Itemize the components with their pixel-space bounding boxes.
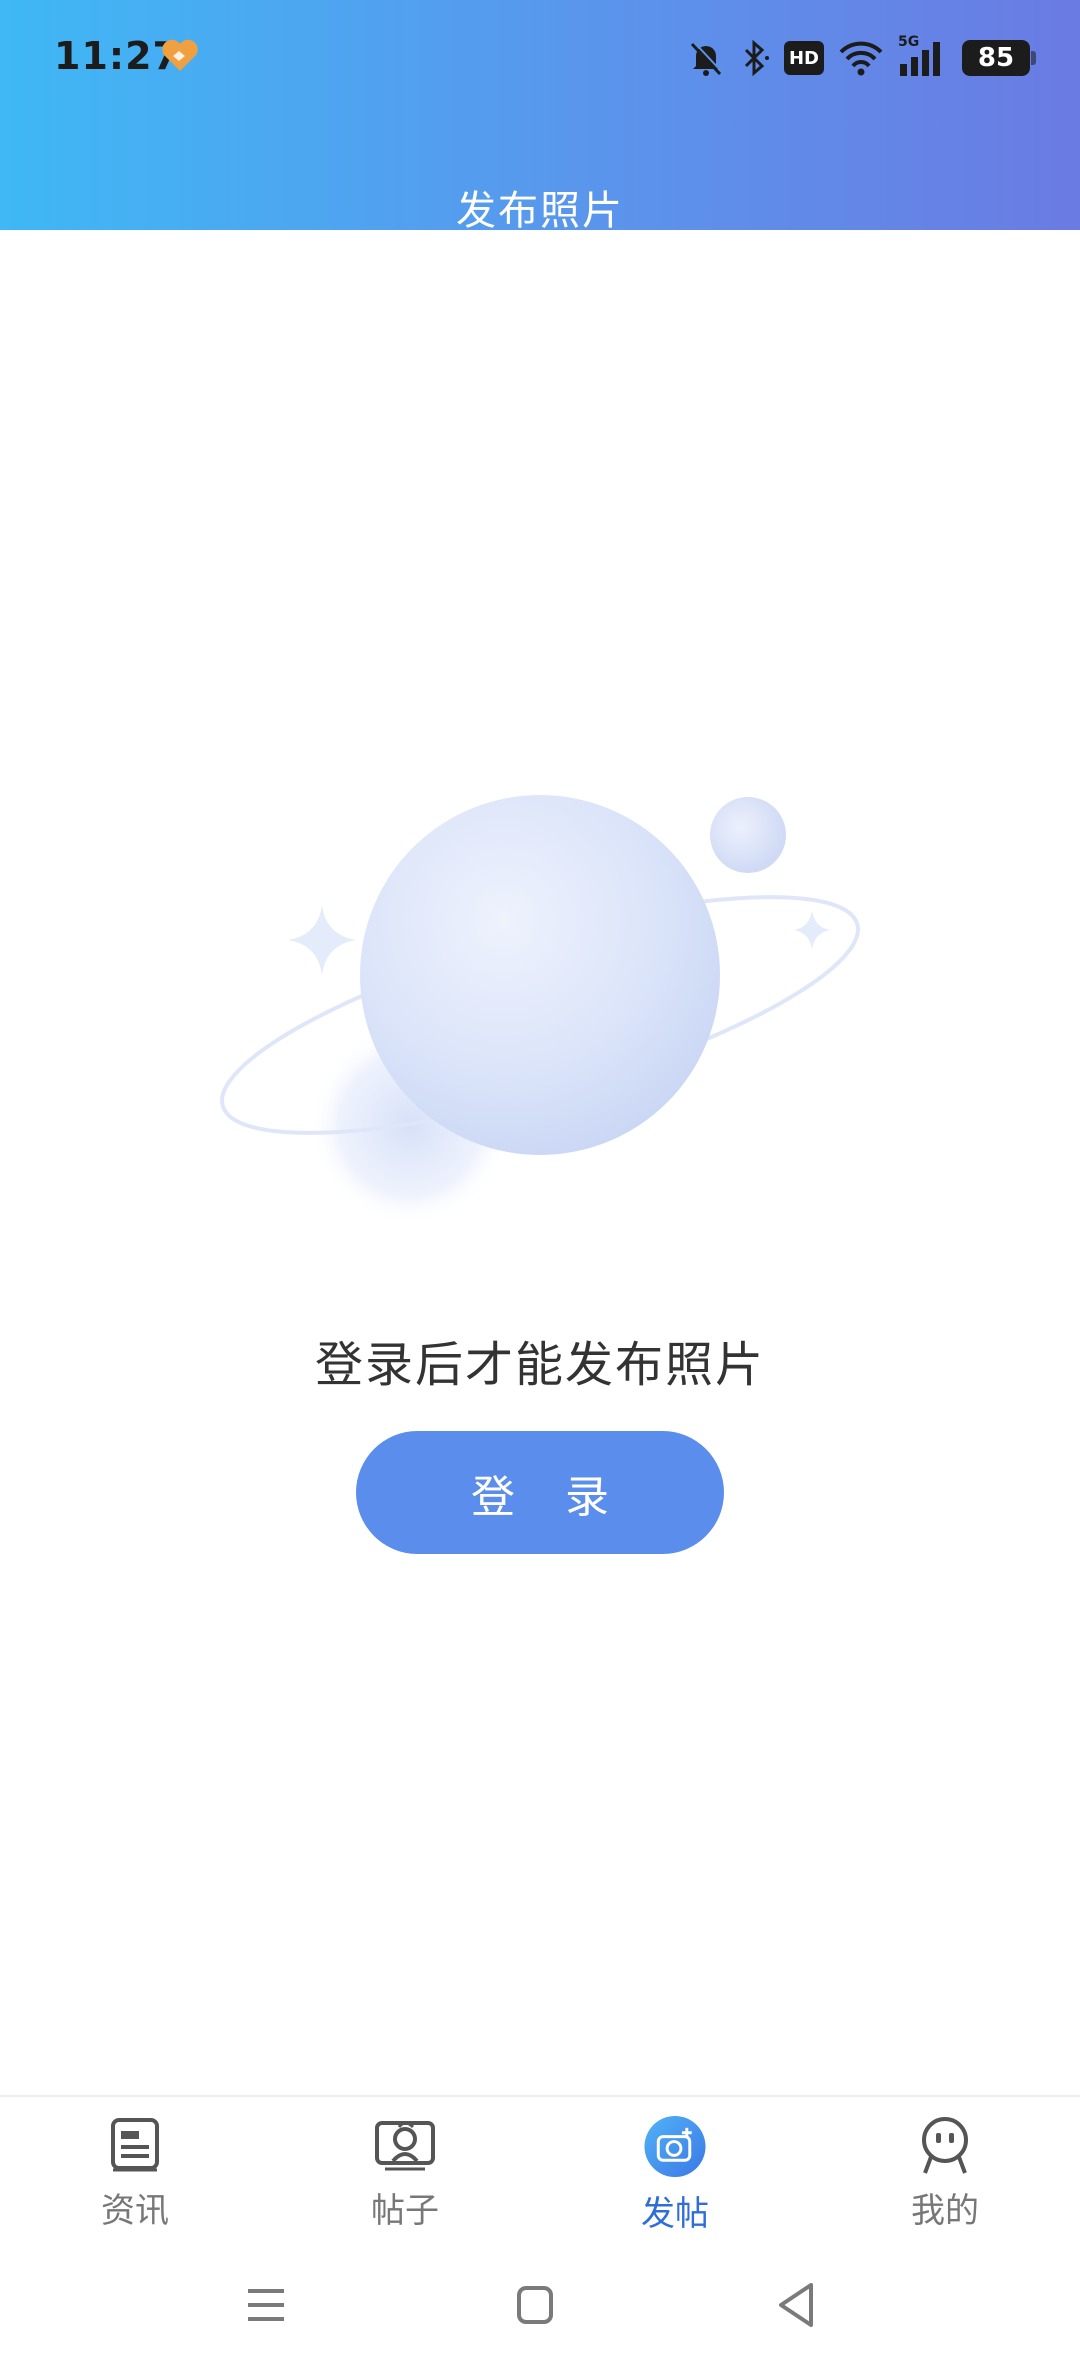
tab-profile[interactable]: 我的 [810,2115,1080,2235]
hd-icon: HD [784,41,824,75]
back-icon[interactable] [767,2275,827,2335]
signal-icon: 5G [898,34,948,78]
camera-post-icon [644,2115,706,2178]
planet-illustration [220,795,860,1225]
wifi-icon [839,41,883,76]
tab-label-news: 资讯 [101,2191,169,2231]
menu-icon[interactable] [236,2275,296,2335]
tab-label-posts: 帖子 [371,2191,439,2231]
tab-post-photo[interactable]: 发帖 [540,2115,810,2235]
bell-muted-icon [690,41,723,76]
tab-posts[interactable]: 帖子 [270,2115,540,2235]
home-icon[interactable] [505,2275,565,2335]
tab-label-profile: 我的 [911,2191,979,2231]
app-notification-icon [162,39,198,71]
bluetooth-icon [744,39,769,77]
login-button[interactable]: 登 录 [356,1431,724,1554]
battery-level: 85 [977,43,1015,73]
login-required-message: 登录后才能发布照片 [314,1337,765,1393]
posts-icon [375,2121,435,2171]
status-icons: HD 5G 85 [686,34,1036,82]
tab-label-post-photo: 发帖 [641,2194,709,2234]
page-title: 发布照片 [456,188,624,234]
profile-icon [922,2117,968,2174]
header: 11:27 HD 5G 85 发布照片 [0,0,1080,234]
news-icon [111,2118,159,2172]
battery-icon: 85 [962,40,1036,76]
tab-news[interactable]: 资讯 [0,2115,270,2235]
system-nav-bar [0,2245,1080,2376]
bottom-tab-bar: 资讯 帖子 发帖 我的 [0,2095,1080,2247]
signal-label: 5G [898,34,920,50]
